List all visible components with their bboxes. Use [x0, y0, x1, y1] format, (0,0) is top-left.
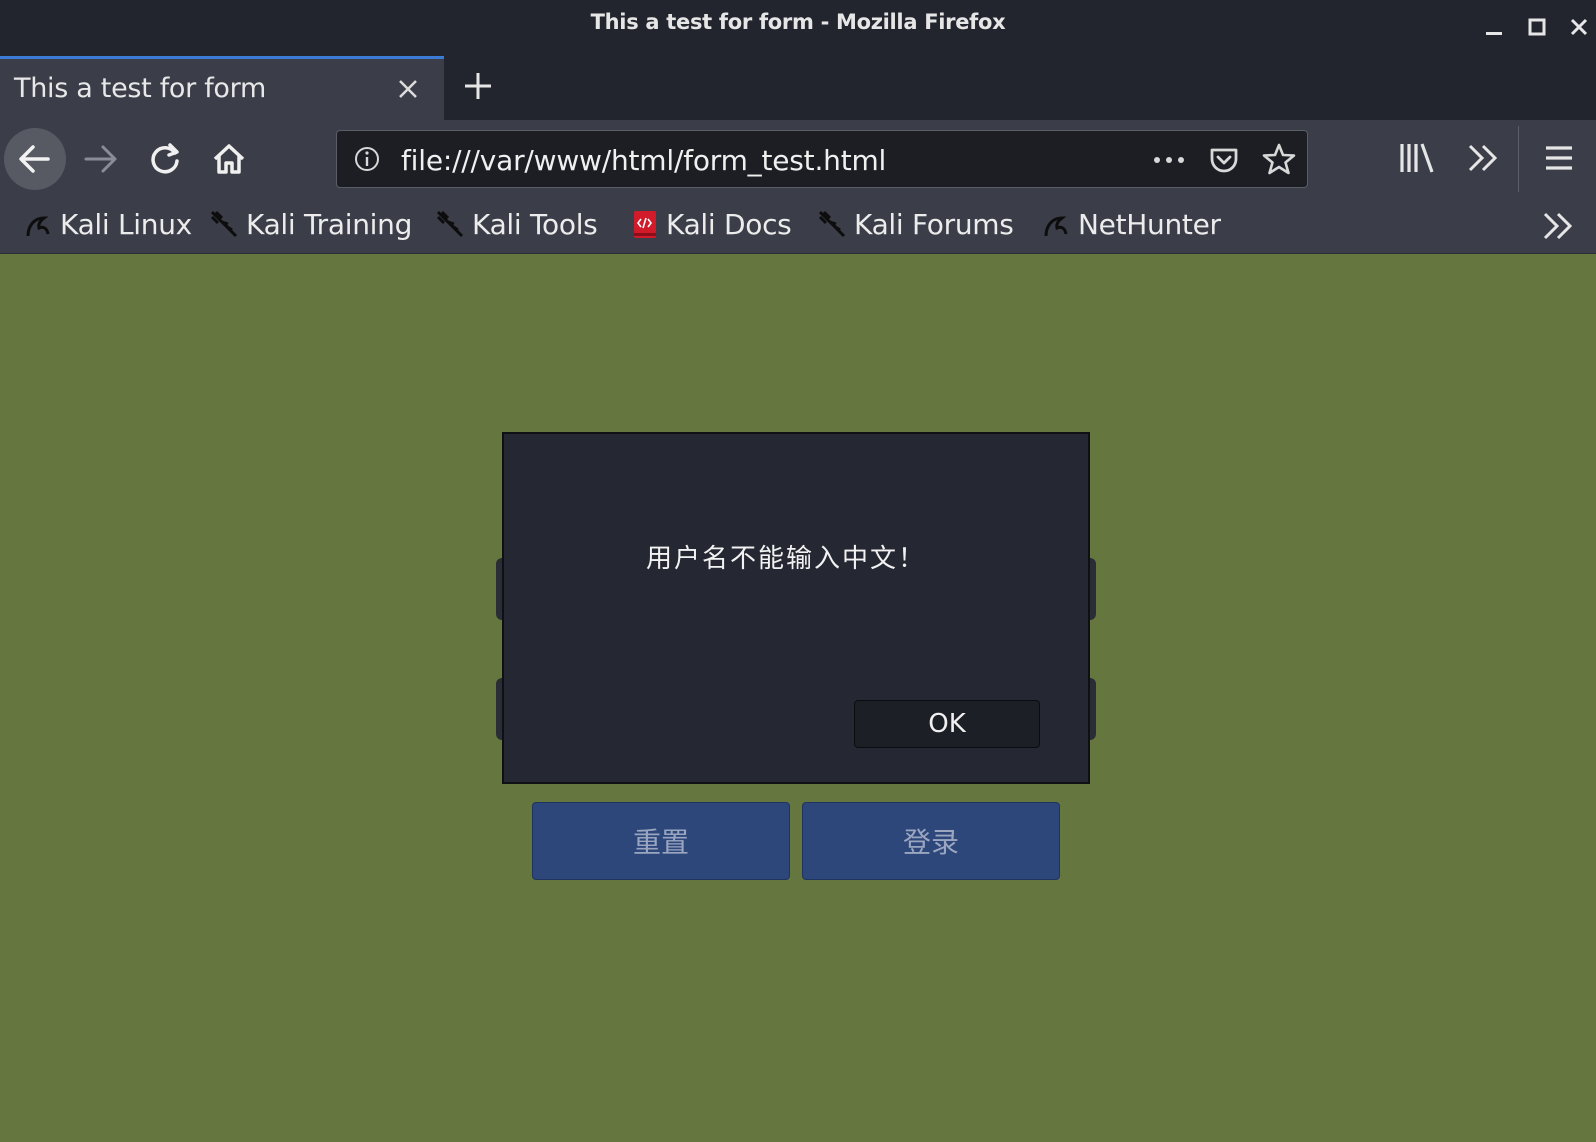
bookmark-label: Kali Docs [666, 207, 792, 241]
kali-feather-icon [818, 210, 846, 238]
navigation-toolbar: file:///var/www/html/form_test.html [0, 120, 1596, 196]
home-icon[interactable] [198, 128, 260, 190]
library-icon[interactable] [1398, 140, 1436, 176]
reload-icon[interactable] [134, 128, 196, 190]
alert-message: 用户名不能输入中文！ [646, 544, 927, 574]
toolbar-separator [1518, 126, 1519, 192]
bookmark-kali-forums[interactable]: Kali Forums [816, 204, 1014, 244]
tab-active[interactable]: This a test for form [0, 56, 444, 120]
ok-button[interactable]: OK [854, 700, 1040, 748]
window-title: This a test for form - Mozilla Firefox [590, 10, 1006, 34]
bookmark-label: Kali Linux [60, 207, 192, 241]
kali-feather-icon [210, 210, 238, 238]
url-bar[interactable]: file:///var/www/html/form_test.html [336, 130, 1308, 188]
reset-button[interactable]: 重置 [532, 802, 790, 880]
kali-feather-icon [436, 210, 464, 238]
bookmark-kali-linux[interactable]: Kali Linux [22, 204, 192, 244]
close-icon[interactable] [1568, 16, 1590, 38]
kali-docs-icon [634, 211, 656, 238]
url-text[interactable]: file:///var/www/html/form_test.html [401, 144, 886, 177]
bookmark-nethunter[interactable]: NetHunter [1040, 204, 1221, 244]
bookmark-kali-tools[interactable]: Kali Tools [434, 204, 598, 244]
pocket-icon[interactable] [1207, 143, 1241, 177]
bookmark-label: Kali Tools [472, 207, 598, 241]
tab-close-icon[interactable] [396, 77, 420, 101]
login-button[interactable]: 登录 [802, 802, 1060, 880]
tab-label: This a test for form [14, 73, 266, 104]
more-actions-icon[interactable] [1149, 145, 1189, 175]
back-arrow-icon[interactable] [4, 128, 66, 190]
page-content: 重置 登录 用户名不能输入中文！ OK [0, 254, 1596, 1142]
bookmark-label: Kali Forums [854, 207, 1014, 241]
bookmark-label: Kali Training [246, 207, 413, 241]
bookmark-kali-training[interactable]: Kali Training [208, 204, 412, 244]
bookmarks-overflow-chevron-icon[interactable] [1540, 208, 1576, 244]
forward-arrow-icon[interactable] [70, 128, 132, 190]
alert-dialog: 用户名不能输入中文！ OK [502, 432, 1090, 784]
hamburger-menu-icon[interactable] [1540, 140, 1578, 176]
bookmark-label: NetHunter [1078, 207, 1221, 241]
tab-strip: This a test for form [0, 56, 1596, 120]
bookmark-kali-docs[interactable]: Kali Docs [628, 204, 792, 244]
overflow-chevron-icon[interactable] [1464, 140, 1502, 176]
info-icon[interactable] [353, 145, 381, 173]
minimize-icon[interactable] [1483, 16, 1505, 38]
kali-dragon-icon [26, 216, 50, 237]
bookmark-star-icon[interactable] [1261, 141, 1297, 177]
kali-dragon-icon [1044, 216, 1068, 237]
window-titlebar: This a test for form - Mozilla Firefox [0, 0, 1596, 56]
bookmarks-toolbar: Kali Linux Kali Training Kali Tools Kali… [0, 196, 1596, 254]
maximize-icon[interactable] [1526, 16, 1548, 38]
new-tab-icon[interactable] [462, 70, 494, 102]
